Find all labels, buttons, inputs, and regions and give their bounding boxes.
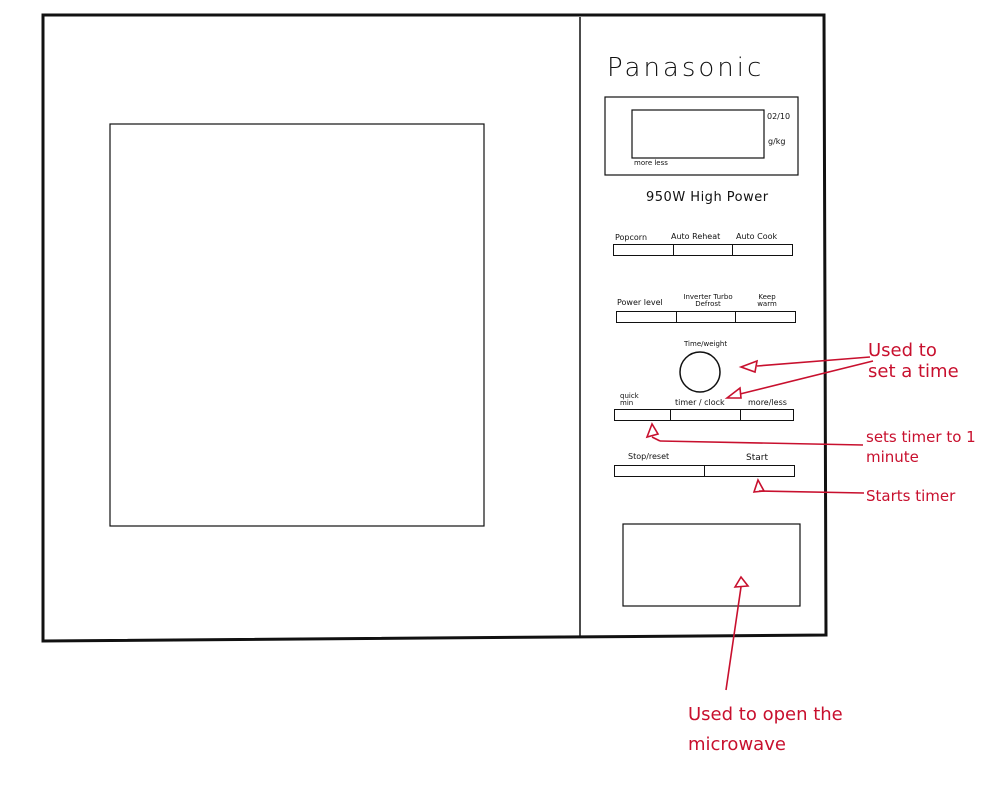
quick-min-button[interactable] xyxy=(615,410,671,420)
power-label: 950W High Power xyxy=(646,190,769,205)
button-row-4 xyxy=(614,465,795,477)
annotation-starts-timer: Starts timer xyxy=(866,487,956,505)
power-level-label: Power level xyxy=(617,298,663,307)
time-weight-label: Time/weight xyxy=(684,340,728,348)
brand-logo: Panasonic xyxy=(607,53,765,83)
auto-reheat-button[interactable] xyxy=(674,245,734,255)
button-row-2 xyxy=(616,311,796,323)
turbo-defrost-button[interactable] xyxy=(677,312,737,322)
keep-warm-label: Keep warm xyxy=(757,293,777,308)
auto-reheat-label: Auto Reheat xyxy=(671,232,721,241)
display-side-top: 02/10 xyxy=(767,112,791,121)
display-screen xyxy=(631,109,765,159)
annotation-set-time: Used to set a time xyxy=(868,340,959,382)
start-label: Start xyxy=(746,453,768,463)
keep-warm-button[interactable] xyxy=(736,312,795,322)
button-row-3 xyxy=(614,409,794,421)
display-more-less: more less xyxy=(634,159,668,167)
popcorn-label: Popcorn xyxy=(615,233,648,242)
auto-cook-button[interactable] xyxy=(733,245,792,255)
annotation-one-minute: sets timer to 1 minute xyxy=(866,428,976,466)
stop-reset-label: Stop/reset xyxy=(628,452,670,461)
start-button[interactable] xyxy=(705,466,794,476)
popcorn-button[interactable] xyxy=(614,245,674,255)
power-level-button[interactable] xyxy=(617,312,677,322)
door-window xyxy=(109,123,485,527)
auto-cook-label: Auto Cook xyxy=(736,232,778,241)
timer-clock-label: timer / clock xyxy=(675,398,725,407)
stop-reset-button[interactable] xyxy=(615,466,705,476)
button-row-1 xyxy=(613,244,793,256)
timer-clock-button[interactable] xyxy=(671,410,741,420)
microwave-sketch xyxy=(41,13,874,691)
more-less-label: more/less xyxy=(748,398,787,407)
quick-min-label: quick min xyxy=(620,392,639,407)
more-less-button[interactable] xyxy=(741,410,793,420)
time-weight-dial xyxy=(679,351,721,393)
door-open-button xyxy=(622,523,801,607)
annotation-open: Used to open the microwave xyxy=(688,704,843,755)
display-side-bottom: g/kg xyxy=(768,137,786,146)
microwave-body xyxy=(41,13,828,643)
turbo-defrost-label: Inverter Turbo Defrost xyxy=(683,293,733,308)
